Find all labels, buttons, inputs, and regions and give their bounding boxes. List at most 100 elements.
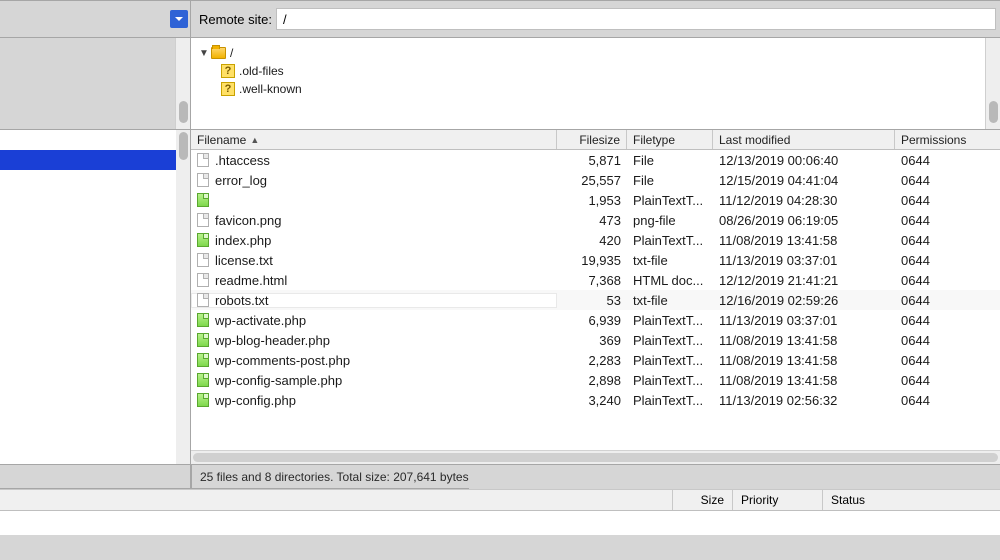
col-filename[interactable]: Filename▲: [191, 130, 557, 149]
table-row[interactable]: robots.txt53txt-file12/16/2019 02:59:260…: [191, 290, 1000, 310]
tree-root-label: /: [230, 46, 233, 60]
col-last-modified[interactable]: Last modified: [713, 130, 895, 149]
filename: error_log: [215, 173, 267, 188]
filename: wp-config.php: [215, 393, 296, 408]
permissions: 0644: [895, 213, 1000, 228]
table-row[interactable]: wp-config-sample.php2,898PlainTextT...11…: [191, 370, 1000, 390]
filesize: 5,871: [557, 153, 627, 168]
permissions: 0644: [895, 393, 1000, 408]
filename: wp-comments-post.php: [215, 353, 350, 368]
remote-statusbar: 25 files and 8 directories. Total size: …: [191, 465, 469, 489]
filesize: 1,953: [557, 193, 627, 208]
sort-asc-icon: ▲: [250, 135, 259, 145]
unknown-folder-icon: ?: [221, 82, 235, 96]
filetype: PlainTextT...: [627, 313, 713, 328]
queue-col-size[interactable]: Size: [672, 490, 732, 510]
table-row[interactable]: wp-config.php 3,240PlainTextT...11/13/201…: [191, 390, 1000, 410]
tree-item-label: .well-known: [239, 82, 302, 96]
folder-icon: [211, 47, 226, 59]
remote-list-pane: Filename▲ Filesize Filetype Last modifie…: [191, 130, 1000, 465]
permissions: 0644: [895, 353, 1000, 368]
last-modified: 11/08/2019 13:41:58: [713, 373, 895, 388]
last-modified: 08/26/2019 06:19:05: [713, 213, 895, 228]
file-icon: [197, 273, 209, 287]
table-row[interactable]: .htaccess5,871File12/13/2019 00:06:40064…: [191, 150, 1000, 170]
queue-body[interactable]: [0, 511, 1000, 535]
table-row[interactable]: wp-blog-header.php369PlainTextT...11/08/…: [191, 330, 1000, 350]
table-row[interactable]: error_log25,557File12/15/2019 04:41:0406…: [191, 170, 1000, 190]
selected-local-row[interactable]: [0, 150, 176, 170]
remote-path-input[interactable]: [276, 8, 996, 30]
chevron-down-icon: [174, 14, 184, 24]
filetype: File: [627, 153, 713, 168]
col-filesize[interactable]: Filesize: [557, 130, 627, 149]
file-icon: [197, 233, 209, 247]
table-row[interactable]: readme.html7,368HTML doc...12/12/2019 21…: [191, 270, 1000, 290]
tree-root[interactable]: ▼ /: [199, 44, 985, 62]
local-list-pane[interactable]: [0, 130, 176, 465]
permissions: 0644: [895, 173, 1000, 188]
last-modified: 12/13/2019 00:06:40: [713, 153, 895, 168]
permissions: 0644: [895, 293, 1000, 308]
filetype: PlainTextT...: [627, 333, 713, 348]
file-icon: [197, 373, 209, 387]
local-tree-pane: [0, 38, 191, 130]
filesize: 2,283: [557, 353, 627, 368]
scrollbar[interactable]: [985, 38, 1000, 129]
last-modified: 11/08/2019 13:41:58: [713, 353, 895, 368]
filetype: PlainTextT...: [627, 193, 713, 208]
remote-tree-pane[interactable]: ▼ / ? .old-files ? .well-known: [191, 38, 1000, 130]
filetype: PlainTextT...: [627, 353, 713, 368]
file-icon: [197, 293, 209, 307]
permissions: 0644: [895, 333, 1000, 348]
table-row[interactable]: wp-comments-post.php 2,283PlainTextT...11…: [191, 350, 1000, 370]
last-modified: 11/13/2019 03:37:01: [713, 253, 895, 268]
filetype: txt-file: [627, 253, 713, 268]
col-permissions[interactable]: Permissions: [895, 130, 1000, 149]
permissions: 0644: [895, 253, 1000, 268]
filename: robots.txt: [215, 293, 268, 308]
scrollbar[interactable]: [176, 130, 191, 465]
permissions: 0644: [895, 373, 1000, 388]
remote-site-label: Remote site:: [199, 12, 272, 27]
local-site-dropdown[interactable]: [170, 10, 188, 28]
filename: .htaccess: [215, 153, 270, 168]
disclosure-triangle-icon[interactable]: ▼: [199, 48, 209, 59]
filesize: 53: [557, 293, 627, 308]
last-modified: 11/13/2019 03:37:01: [713, 313, 895, 328]
filename: license.txt: [215, 253, 273, 268]
file-icon: [197, 253, 209, 267]
filetype: HTML doc...: [627, 273, 713, 288]
scrollbar[interactable]: [175, 38, 190, 129]
tree-item[interactable]: ? .well-known: [221, 80, 985, 98]
tree-item[interactable]: ? .old-files: [221, 62, 985, 80]
table-row[interactable]: index.php420PlainTextT...11/08/2019 13:4…: [191, 230, 1000, 250]
queue-col-priority[interactable]: Priority: [732, 490, 822, 510]
last-modified: 11/08/2019 13:41:58: [713, 233, 895, 248]
permissions: 0644: [895, 313, 1000, 328]
filesize: 473: [557, 213, 627, 228]
filesize: 2,898: [557, 373, 627, 388]
tree-item-label: .old-files: [239, 64, 284, 78]
filename: wp-activate.php: [215, 313, 306, 328]
table-row[interactable]: wp-activate.php6,939PlainTextT...11/13/2…: [191, 310, 1000, 330]
filename: wp-config-sample.php: [215, 373, 342, 388]
queue-col-status[interactable]: Status: [822, 490, 1000, 510]
status-text: 25 files and 8 directories. Total size: …: [200, 470, 469, 484]
filename: readme.html: [215, 273, 287, 288]
last-modified: 11/13/2019 02:56:32: [713, 393, 895, 408]
table-row[interactable]: 1,953PlainTextT...11/12/2019 04:28:30064…: [191, 190, 1000, 210]
last-modified: 11/08/2019 13:41:58: [713, 333, 895, 348]
table-row[interactable]: favicon.png473png-file08/26/2019 06:19:0…: [191, 210, 1000, 230]
file-icon: [197, 153, 209, 167]
transfer-queue: Size Priority Status: [0, 489, 1000, 535]
filesize: 3,240: [557, 393, 627, 408]
col-filetype[interactable]: Filetype: [627, 130, 713, 149]
horizontal-scrollbar[interactable]: [191, 450, 1000, 464]
table-row[interactable]: license.txt19,935txt-file11/13/2019 03:3…: [191, 250, 1000, 270]
filename: wp-blog-header.php: [215, 333, 330, 348]
filesize: 25,557: [557, 173, 627, 188]
column-headers: Filename▲ Filesize Filetype Last modifie…: [191, 130, 1000, 150]
filetype: PlainTextT...: [627, 393, 713, 408]
file-icon: [197, 193, 209, 207]
